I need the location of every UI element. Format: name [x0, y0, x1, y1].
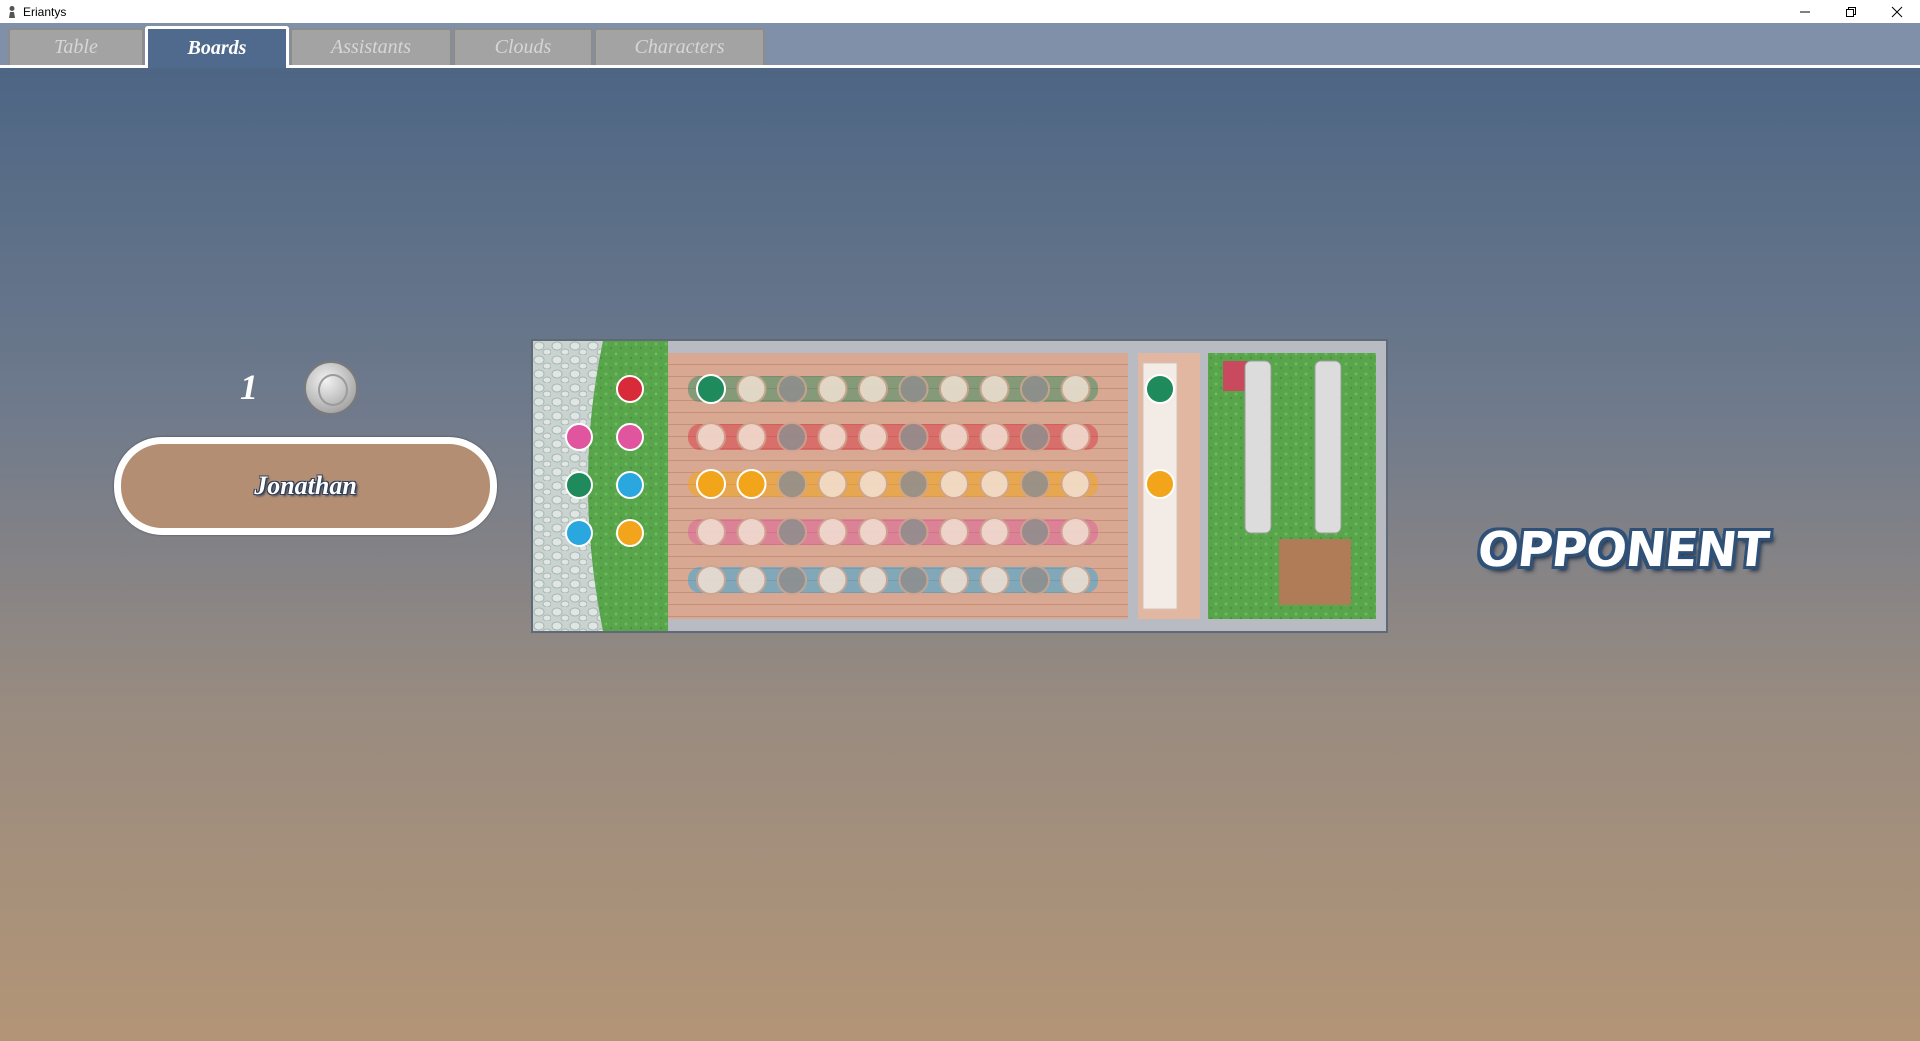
coin-icon [304, 361, 358, 415]
dining-seat [696, 517, 726, 547]
dining-seat [1060, 422, 1091, 452]
dining-seat [858, 422, 888, 452]
student-pink[interactable] [565, 423, 593, 451]
dining-seat [979, 565, 1010, 595]
chess-pawn-icon [5, 5, 19, 19]
dining-seat [1020, 374, 1050, 404]
dining-seat [696, 565, 726, 595]
dining-seat [858, 469, 888, 499]
opponent-label[interactable]: OPPONENT [1475, 522, 1771, 578]
dining-seat [1020, 422, 1050, 452]
dining-seat [939, 374, 969, 404]
dining-seat [817, 422, 848, 452]
dining-seat [817, 374, 848, 404]
window-title: Eriantys [23, 4, 67, 19]
restore-icon[interactable] [1828, 0, 1874, 23]
dining-seat [696, 422, 726, 452]
dining-seat [898, 565, 929, 595]
dining-seat [1020, 469, 1050, 499]
dining-seat [817, 565, 848, 595]
dining-seat [979, 517, 1010, 547]
dining-seat [1060, 374, 1091, 404]
dining-seat [898, 422, 929, 452]
dining-seat [939, 565, 969, 595]
dining-seat [736, 422, 767, 452]
dining-seat [777, 565, 807, 595]
tab-clouds[interactable]: Clouds [453, 28, 593, 65]
dining-seat [1060, 469, 1091, 499]
student-yellow[interactable] [616, 519, 644, 547]
dining-seat [858, 517, 888, 547]
student-blue[interactable] [565, 519, 593, 547]
dining-seat [858, 565, 888, 595]
dining-seat [777, 422, 807, 452]
dining-seat [736, 517, 767, 547]
student-yellow [696, 469, 726, 499]
window-titlebar: Eriantys [0, 0, 1920, 23]
dining-seat [898, 469, 929, 499]
professor-yellow [1145, 469, 1175, 499]
dining-seat [1020, 565, 1050, 595]
professor-green [1145, 374, 1175, 404]
player-name-plate: Jonathan [114, 437, 497, 535]
close-icon[interactable] [1874, 0, 1920, 23]
dining-seat [1060, 565, 1091, 595]
dining-seat [939, 517, 969, 547]
dining-seat [777, 469, 807, 499]
dining-seat [777, 517, 807, 547]
dining-seat [898, 374, 929, 404]
dining-seat [979, 469, 1010, 499]
dining-seat [817, 469, 848, 499]
dining-seat [736, 374, 767, 404]
player-name: Jonathan [254, 471, 357, 500]
student-blue[interactable] [616, 471, 644, 499]
coin-count: 1 [240, 367, 258, 407]
tab-table[interactable]: Table [8, 28, 144, 65]
dining-seat [817, 517, 848, 547]
tab-bar: Table Boards Assistants Clouds Character… [0, 23, 1920, 68]
dining-seat [939, 469, 969, 499]
dining-seat [1060, 517, 1091, 547]
dining-seat [777, 374, 807, 404]
student-green[interactable] [565, 471, 593, 499]
tab-boards[interactable]: Boards [145, 26, 289, 68]
student-red[interactable] [616, 375, 644, 403]
student-yellow [736, 469, 767, 499]
dining-seat [1020, 517, 1050, 547]
dining-seat [979, 422, 1010, 452]
tab-characters[interactable]: Characters [594, 28, 765, 65]
school-board-graphic [533, 341, 1386, 631]
student-pink[interactable] [616, 423, 644, 451]
dining-seat [979, 374, 1010, 404]
dining-seat [939, 422, 969, 452]
student-green [696, 374, 726, 404]
minimize-icon[interactable] [1782, 0, 1828, 23]
dining-seat [898, 517, 929, 547]
dining-seat [858, 374, 888, 404]
tab-assistants[interactable]: Assistants [290, 28, 452, 65]
dining-seat [736, 565, 767, 595]
school-board [531, 339, 1388, 633]
